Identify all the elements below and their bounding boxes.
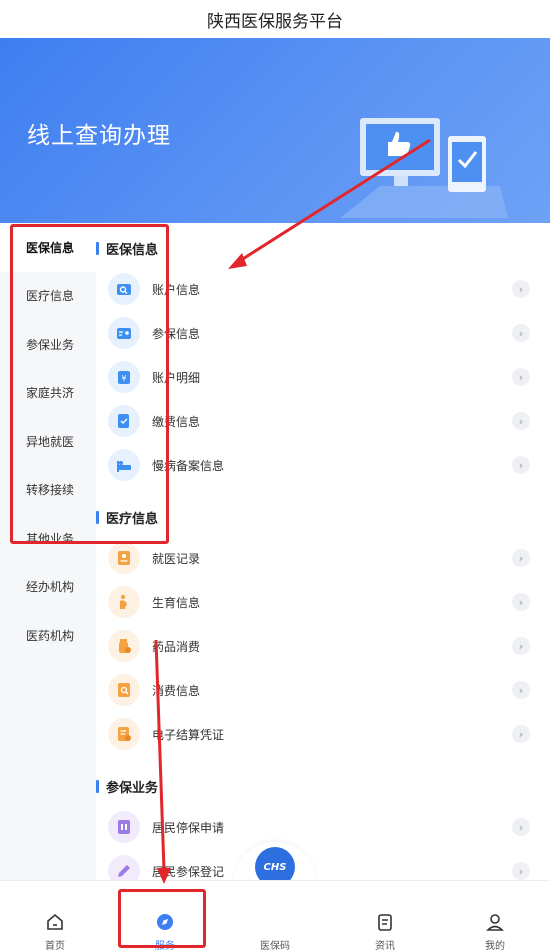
tab-home[interactable]: 首页: [0, 911, 110, 951]
home-icon: [44, 911, 66, 933]
chevron-right-icon: ›: [512, 324, 530, 342]
chevron-right-icon: ›: [512, 862, 530, 880]
list-item-label: 就医记录: [152, 551, 201, 566]
list-item-label: 药品消费: [152, 639, 201, 654]
tab-label: 我的: [485, 941, 505, 951]
banner-title: 线上查询办理: [27, 123, 171, 149]
chevron-right-icon: ›: [512, 681, 530, 699]
sidebar-item-transfer[interactable]: 转移接续: [0, 466, 96, 515]
list-item-account-info[interactable]: 账户信息 ›: [108, 267, 538, 311]
tab-news[interactable]: 资讯: [330, 911, 440, 951]
chevron-right-icon: ›: [512, 593, 530, 611]
user-icon: [484, 911, 506, 933]
list-item-label: 生育信息: [152, 595, 201, 610]
chevron-right-icon: ›: [512, 818, 530, 836]
chevron-right-icon: ›: [512, 456, 530, 474]
list-item-label: 缴费信息: [152, 414, 201, 429]
stop-insurance-icon: [108, 811, 140, 843]
list-item-label: 消费信息: [152, 683, 201, 698]
account-detail-icon: ¥: [108, 361, 140, 393]
medicine-icon: [108, 630, 140, 662]
news-icon: [374, 911, 396, 933]
section-title: 医保信息: [106, 242, 159, 258]
content-list: 医保信息 账户信息 › 参保信息 › ¥ 账户明细 › 缴费信息 › 慢病备案信…: [96, 223, 550, 880]
list-item-account-detail[interactable]: ¥ 账户明细 ›: [108, 355, 538, 399]
sidebar-item-offsite-treatment[interactable]: 异地就医: [0, 417, 96, 466]
list-item-label: 电子结算凭证: [152, 727, 225, 742]
register-icon: [108, 855, 140, 880]
svg-text:¥: ¥: [121, 374, 126, 383]
account-info-icon: [108, 273, 140, 305]
tab-label: 首页: [45, 941, 65, 951]
chevron-right-icon: ›: [512, 412, 530, 430]
list-item-label: 参保信息: [152, 326, 201, 341]
section-header: 医保信息: [96, 236, 158, 260]
section-marker: [96, 510, 99, 524]
sidebar-item-other-business[interactable]: 其他业务: [0, 514, 96, 563]
list-item-label: 居民停保申请: [152, 820, 225, 835]
section-title: 医疗信息: [106, 511, 159, 527]
tab-insurance-code[interactable]: 医保码: [220, 911, 330, 951]
list-item-stop-insurance[interactable]: 居民停保申请 ›: [108, 805, 538, 849]
maternity-icon: [108, 586, 140, 618]
page-title: 陕西医保服务平台: [0, 0, 550, 38]
consumption-icon: [108, 674, 140, 706]
list-item-label: 慢病备案信息: [152, 458, 225, 473]
tab-mine[interactable]: 我的: [440, 911, 550, 951]
section-title: 参保业务: [106, 780, 159, 796]
tab-label: 资讯: [375, 941, 395, 951]
tab-spacer: [264, 911, 286, 933]
list-item-register[interactable]: 居民参保登记 ›: [108, 849, 538, 880]
sidebar-item-agencies[interactable]: 经办机构: [0, 563, 96, 612]
list-item-maternity-info[interactable]: 生育信息 ›: [108, 580, 538, 624]
bottom-tab-bar: 首页 服务 医保码 资讯 我的: [0, 880, 550, 951]
compass-icon: [154, 911, 176, 933]
tab-service[interactable]: 服务: [110, 911, 220, 951]
sidebar: 医保信息 医疗信息 参保业务 家庭共济 异地就医 转移接续 其他业务 经办机构 …: [0, 223, 96, 880]
list-item-e-settlement[interactable]: 电子结算凭证 ›: [108, 712, 538, 756]
chevron-right-icon: ›: [512, 368, 530, 386]
section-marker: [96, 779, 99, 793]
list-item-medicine-spending[interactable]: 药品消费 ›: [108, 624, 538, 668]
section-header: 医疗信息: [96, 505, 158, 529]
payment-icon: [108, 405, 140, 437]
computer-illustration-icon: [340, 118, 508, 218]
insured-card-icon: [108, 317, 140, 349]
banner: 线上查询办理: [0, 38, 550, 223]
list-item-label: 账户明细: [152, 370, 201, 385]
list-item-payment-info[interactable]: 缴费信息 ›: [108, 399, 538, 443]
chevron-right-icon: ›: [512, 549, 530, 567]
list-item-chronic-disease[interactable]: 慢病备案信息 ›: [108, 443, 538, 487]
sidebar-item-pharmacies[interactable]: 医药机构: [0, 611, 96, 660]
list-item-label: 账户信息: [152, 282, 201, 297]
list-item-medical-record[interactable]: 就医记录 ›: [108, 536, 538, 580]
sidebar-item-family-sharing[interactable]: 家庭共济: [0, 369, 96, 418]
list-item-label: 居民参保登记: [152, 864, 225, 879]
list-item-insured-info[interactable]: 参保信息 ›: [108, 311, 538, 355]
sidebar-item-medical-insurance[interactable]: 医保信息: [0, 223, 96, 272]
chevron-right-icon: ›: [512, 725, 530, 743]
tab-label: 医保码: [260, 941, 290, 951]
medical-record-icon: [108, 542, 140, 574]
chevron-right-icon: ›: [512, 637, 530, 655]
receipt-icon: [108, 718, 140, 750]
tab-label: 服务: [155, 941, 175, 951]
bed-icon: [108, 449, 140, 481]
sidebar-item-medical-info[interactable]: 医疗信息: [0, 272, 96, 321]
list-item-consumption-info[interactable]: 消费信息 ›: [108, 668, 538, 712]
chevron-right-icon: ›: [512, 280, 530, 298]
sidebar-item-insurance-business[interactable]: 参保业务: [0, 320, 96, 369]
section-marker: [96, 241, 99, 255]
section-header: 参保业务: [96, 774, 158, 798]
